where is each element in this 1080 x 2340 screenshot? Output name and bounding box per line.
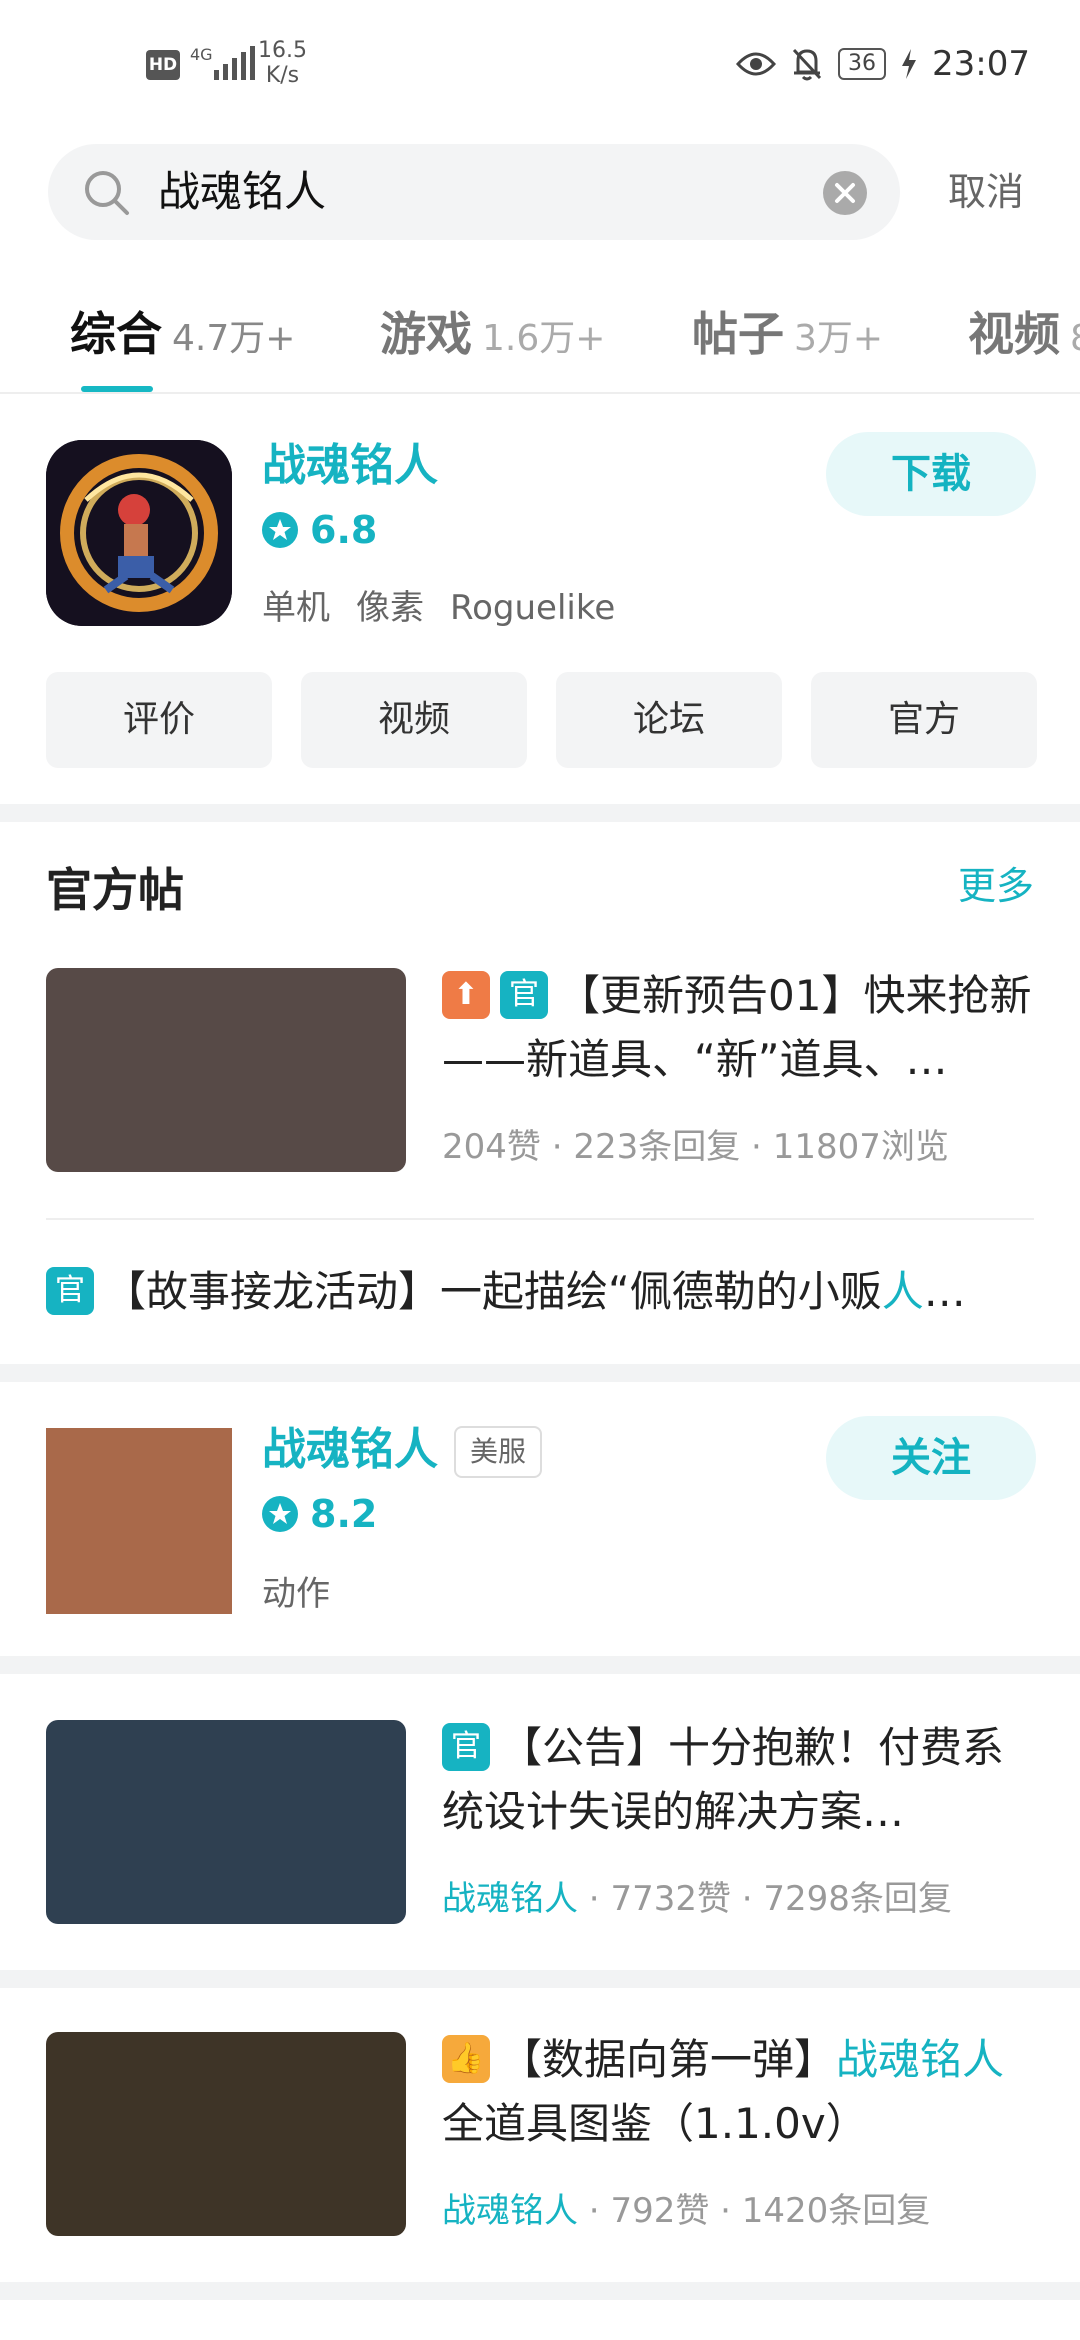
- speed-unit: K/s: [265, 63, 300, 88]
- official-badge: 官: [442, 1723, 490, 1771]
- post-title-highlight: 战魂铭人: [836, 2035, 1005, 2084]
- post-meta: 204赞 · 223条回复 · 11807浏览: [442, 1127, 949, 1167]
- post-separator: [46, 1218, 1034, 1220]
- follow-button[interactable]: 关注: [826, 1416, 1036, 1500]
- tab-games[interactable]: 游戏 1.6万+: [380, 304, 605, 369]
- post-thumbnail[interactable]: [46, 1720, 406, 1924]
- game-name[interactable]: 战魂铭人: [262, 436, 438, 496]
- post-replies: 7298条回复: [763, 1879, 952, 1919]
- official-badge: 官: [500, 971, 548, 1019]
- up-arrow-icon: ⬆: [442, 971, 490, 1019]
- post-replies: 223条回复: [573, 1127, 741, 1167]
- more-link[interactable]: 更多: [958, 858, 1034, 914]
- quick-link-reviews[interactable]: 评价: [46, 672, 272, 768]
- tab-label: 游戏: [380, 307, 472, 361]
- post-title-highlight: 人: [881, 1267, 924, 1316]
- post-title[interactable]: ⬆ 官【更新预告01】快来抢新——新道具、“新”道具、…: [442, 964, 1032, 1092]
- speed-value: 16.5: [258, 38, 307, 63]
- tab-posts[interactable]: 帖子 3万+: [692, 304, 883, 369]
- tab-count: 3万+: [794, 318, 884, 359]
- game-tag: Roguelike: [450, 588, 616, 628]
- star-icon: [262, 1496, 298, 1532]
- post-likes: 7732赞: [610, 1879, 731, 1919]
- status-right: 36 23:07: [736, 44, 1030, 84]
- section-divider: [0, 804, 1080, 822]
- post-replies: 1420条回复: [741, 2191, 931, 2231]
- game-artwork: [46, 440, 232, 626]
- post-meta: 战魂铭人 · 792赞 · 1420条回复: [442, 2191, 931, 2231]
- quick-link-official[interactable]: 官方: [811, 672, 1037, 768]
- hd-icon: HD: [146, 50, 180, 80]
- result-tabs: 综合4.7万+ 游戏1.6万+ 帖子3万+ 视频8: [0, 290, 1080, 394]
- post-views: 11807浏览: [772, 1127, 949, 1167]
- post-title[interactable]: 👍 【数据向第一弹】战魂铭人全道具图鉴（1.1.0v）: [442, 2028, 1032, 2156]
- post-author[interactable]: 战魂铭人: [442, 1879, 578, 1919]
- star-icon: [262, 512, 298, 548]
- rating-value: 6.8: [310, 508, 378, 552]
- region-badge: 美服: [454, 1426, 543, 1478]
- post-title-text: 【公告】十分抱歉！付费系统设计失误的解决方案…: [442, 1723, 1005, 1836]
- section-title: 官方帖: [46, 863, 184, 917]
- network-type: 4G: [190, 45, 213, 64]
- network-speed: 16.5 K/s: [258, 38, 307, 88]
- game-icon[interactable]: [46, 440, 232, 626]
- post-title-text: 【故事接龙活动】一起描绘“佩德勒的小贩: [104, 1267, 882, 1316]
- thumbs-up-icon: 👍: [442, 2035, 490, 2083]
- game-genre: 动作: [262, 1574, 330, 1614]
- search-icon: [85, 171, 129, 215]
- cancel-button[interactable]: 取消: [948, 164, 1024, 220]
- post-title-text: 【数据向第一弹】: [500, 2035, 837, 2084]
- game-tag: 像素: [356, 588, 424, 628]
- rating-value: 8.2: [310, 1492, 378, 1536]
- tab-videos[interactable]: 视频8: [968, 304, 1080, 369]
- search-input[interactable]: 战魂铭人: [158, 164, 326, 220]
- battery-level: 36: [838, 48, 887, 80]
- tab-count: 8: [1070, 318, 1080, 359]
- post-title[interactable]: 官【故事接龙活动】一起描绘“佩德勒的小贩人…: [46, 1260, 1046, 1324]
- clock: 23:07: [932, 44, 1030, 84]
- game-rating: 8.2: [262, 1492, 377, 1536]
- section-divider: [0, 1970, 1080, 1988]
- ellipsis: …: [923, 1267, 966, 1316]
- download-button[interactable]: 下载: [826, 432, 1036, 516]
- tab-label: 视频: [968, 307, 1060, 361]
- tab-all[interactable]: 综合 4.7万+: [70, 304, 295, 369]
- post-meta: 战魂铭人 · 7732赞 · 7298条回复: [442, 1879, 952, 1919]
- signal-icon: [214, 46, 255, 80]
- eye-icon: [736, 52, 777, 76]
- tab-label: 帖子: [692, 307, 784, 361]
- post-title-text: 全道具图鉴（1.1.0v）: [442, 2099, 868, 2148]
- quick-link-videos[interactable]: 视频: [301, 672, 527, 768]
- tab-indicator: [81, 386, 153, 392]
- post-likes: 792赞: [610, 2191, 710, 2231]
- game-icon[interactable]: [46, 1428, 232, 1614]
- charging-icon: [902, 49, 917, 79]
- post-thumbnail[interactable]: [46, 2032, 406, 2236]
- search-bar[interactable]: 战魂铭人: [48, 144, 900, 240]
- clear-icon[interactable]: [822, 170, 868, 216]
- status-bar: HD 4G 16.5 K/s 36 23:07: [0, 0, 1080, 130]
- section-divider: [0, 1656, 1080, 1674]
- game-tags: 单机 像素 Roguelike: [262, 580, 641, 636]
- bell-off-icon: [792, 48, 822, 81]
- quick-link-forum[interactable]: 论坛: [556, 672, 782, 768]
- game-tag: 单机: [262, 588, 330, 628]
- tab-count: 1.6万+: [482, 318, 606, 359]
- post-thumbnail[interactable]: [46, 968, 406, 1172]
- section-divider: [0, 2282, 1080, 2300]
- post-likes: 204赞: [442, 1127, 541, 1167]
- official-badge: 官: [46, 1267, 94, 1315]
- section-divider: [0, 1364, 1080, 1382]
- tab-count: 4.7万+: [172, 318, 296, 359]
- tab-label: 综合: [70, 307, 162, 361]
- post-author[interactable]: 战魂铭人: [442, 2191, 578, 2231]
- game-rating: 6.8: [262, 508, 377, 552]
- game-name[interactable]: 战魂铭人: [262, 1420, 438, 1480]
- post-title[interactable]: 官【公告】十分抱歉！付费系统设计失误的解决方案…: [442, 1716, 1032, 1844]
